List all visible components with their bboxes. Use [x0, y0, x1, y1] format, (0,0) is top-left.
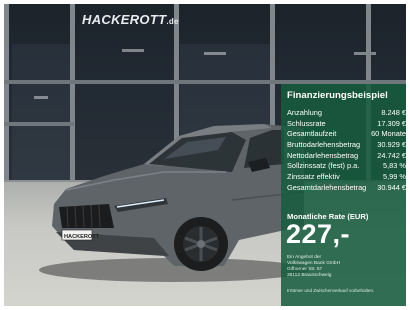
row-label: Bruttodarlehensbetrag — [287, 140, 361, 150]
financing-table: Anzahlung 8.248 € Schlussrate 17.309 € Ges… — [287, 108, 406, 194]
financing-row: Schlussrate 17.309 € — [287, 119, 406, 130]
row-label: Gesamtdarlehensbetrag — [287, 182, 367, 192]
row-value: 5,83 % — [382, 161, 406, 171]
row-value: 30.944 € — [377, 182, 406, 192]
monthly-rate-value: 227,- — [286, 219, 351, 249]
row-value: 5,99 % — [382, 172, 406, 182]
financing-row: Bruttodarlehensbetrag 30.929 € — [287, 140, 406, 151]
financing-row: Nettodarlehensbetrag 24.742 € — [287, 151, 406, 162]
wheel-hub — [197, 240, 205, 248]
row-label: Zinssatz effektiv — [287, 172, 340, 182]
financing-panel: Finanzierungsbeispiel Anzahlung 8.248 € S… — [281, 84, 406, 306]
license-plate-text: HACKEROTT — [64, 234, 100, 240]
row-label: Gesamtlaufzeit — [287, 129, 337, 139]
row-value: 24.742 € — [377, 150, 406, 160]
row-label: Sollzinssatz (fest) p.a. — [287, 161, 360, 171]
row-value: 60 Monate — [371, 129, 406, 139]
row-value: 30.929 € — [377, 140, 406, 150]
row-label: Schlussrate — [287, 118, 326, 128]
row-value: 17.309 € — [377, 118, 406, 128]
financing-row: Gesamtlaufzeit 60 Monate — [287, 129, 406, 140]
row-label: Nettodarlehensbetrag — [287, 150, 359, 160]
financing-title: Finanzierungsbeispiel — [287, 90, 388, 101]
financing-row: Sollzinssatz (fest) p.a. 5,83 % — [287, 161, 406, 172]
financing-row: Gesamtdarlehensbetrag 30.944 € — [287, 183, 406, 194]
row-value: 8.248 € — [381, 108, 406, 117]
vehicle-photo: HACKEROTT.de HACKEROTT Finanzierungsbeis… — [4, 4, 406, 306]
lender-line: 38112 Braunschweig — [287, 273, 332, 278]
lender-address: Ein Angebot der Volkswagen Bank GmbH Gif… — [287, 255, 403, 279]
financing-row: Zinssatz effektiv 5,99 % — [287, 172, 406, 183]
financing-row: Anzahlung 8.248 € — [287, 108, 406, 119]
row-label: Anzahlung — [287, 108, 322, 117]
disclaimer: Irrtümer und Zwischenverkauf vorbehalten… — [287, 288, 375, 293]
